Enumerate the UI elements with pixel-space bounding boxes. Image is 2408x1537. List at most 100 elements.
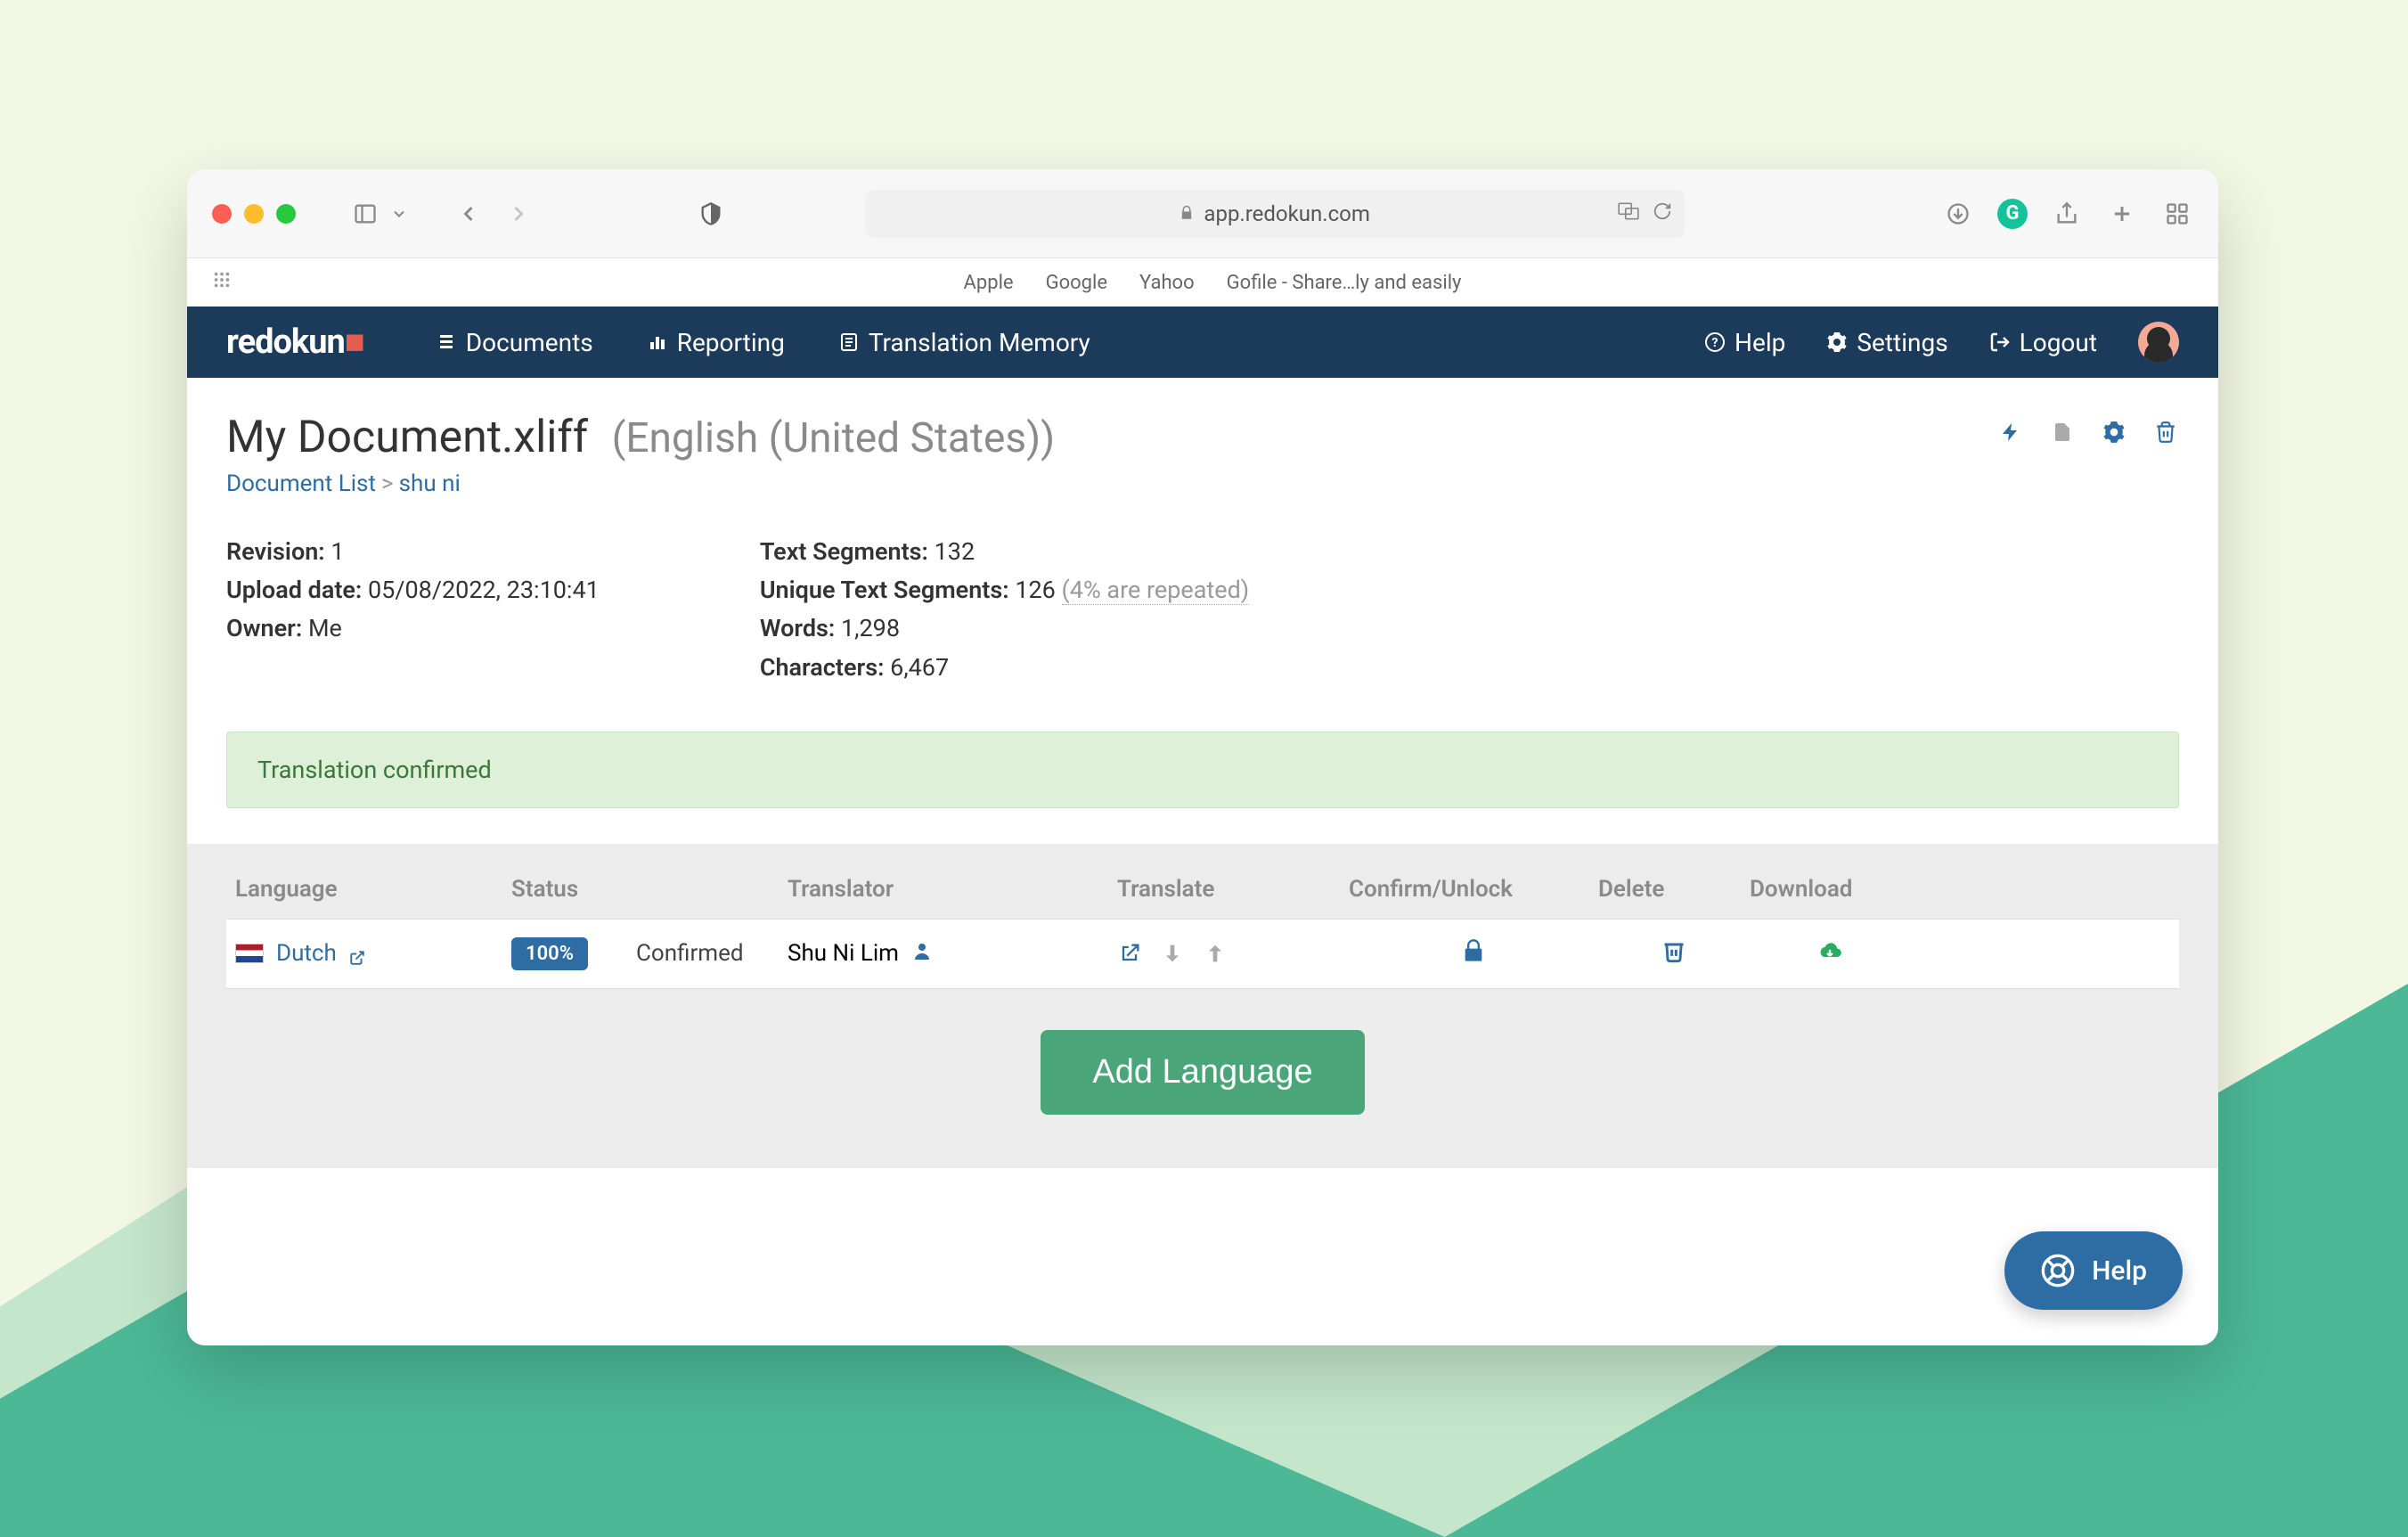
avatar[interactable] — [2138, 322, 2179, 363]
status-cell: 100% Confirmed — [511, 937, 788, 970]
page-content: My Document.xliff (English (United State… — [187, 378, 2218, 1168]
breadcrumb: Document List > shu ni — [226, 470, 2179, 497]
nav-label: Documents — [466, 328, 593, 357]
lifebuoy-icon — [2040, 1253, 2076, 1288]
trash-icon[interactable] — [1661, 938, 1686, 963]
nav-label: Translation Memory — [869, 328, 1090, 357]
chart-icon — [647, 331, 668, 353]
gear-icon — [1826, 331, 1848, 353]
traffic-lights — [212, 204, 296, 224]
breadcrumb-separator: > — [381, 470, 394, 497]
flag-nl-icon — [235, 944, 264, 963]
bolt-icon[interactable] — [1997, 419, 2024, 446]
trash-icon[interactable] — [2152, 419, 2179, 446]
breadcrumb-root[interactable]: Document List — [226, 470, 376, 497]
col-delete: Delete — [1598, 876, 1750, 903]
sidebar-toggle-icon[interactable] — [349, 198, 381, 230]
file-gray-icon[interactable] — [2049, 419, 2076, 446]
address-bar[interactable]: app.redokun.com — [865, 190, 1685, 238]
language-link[interactable]: Dutch — [276, 940, 337, 967]
banner-text: Translation confirmed — [257, 756, 492, 784]
language-cell: Dutch — [235, 940, 511, 967]
translate-icon[interactable] — [1617, 200, 1640, 228]
meta-right-column: Text Segments: 132 Unique Text Segments:… — [760, 533, 1249, 687]
bookmark-item[interactable]: Gofile - Share…ly and easily — [1227, 272, 1462, 294]
bookmark-item[interactable]: Google — [1046, 272, 1107, 294]
col-language: Language — [235, 876, 511, 903]
help-icon: ? — [1704, 331, 1726, 353]
table-row: Dutch 100% Confirmed Shu Ni Lim — [226, 919, 2179, 989]
document-name: My Document.xliff — [226, 412, 588, 463]
nav-translation-memory[interactable]: Translation Memory — [838, 328, 1090, 357]
nav-back-icon[interactable] — [453, 198, 485, 230]
bookmark-bar: Apple Google Yahoo Gofile - Share…ly and… — [187, 258, 2218, 307]
nav-right: ? Help Settings Logout — [1704, 322, 2179, 363]
translate-cell — [1117, 941, 1349, 966]
title-actions — [1997, 412, 2179, 446]
translator-name: Shu Ni Lim — [788, 940, 899, 967]
meta-left-column: Revision: 1 Upload date: 05/08/2022, 23:… — [226, 533, 600, 687]
breadcrumb-current[interactable]: shu ni — [399, 470, 461, 497]
downloads-icon[interactable] — [1942, 198, 1974, 230]
shield-icon[interactable] — [695, 198, 727, 230]
nav-label: Help — [1735, 328, 1785, 357]
nav-settings[interactable]: Settings — [1826, 328, 1947, 357]
user-icon — [911, 940, 933, 968]
nav-help[interactable]: ? Help — [1704, 328, 1785, 357]
help-bubble-label: Help — [2092, 1255, 2147, 1287]
window-zoom-icon[interactable] — [276, 204, 296, 224]
grammarly-icon[interactable]: G — [1997, 199, 2028, 229]
browser-window: app.redokun.com G — [187, 169, 2218, 1345]
translator-cell: Shu Ni Lim — [788, 940, 1117, 968]
nav-reporting[interactable]: Reporting — [647, 328, 785, 357]
col-download: Download — [1750, 876, 1910, 903]
safari-toolbar: app.redokun.com G — [187, 169, 2218, 258]
open-translate-icon[interactable] — [1117, 941, 1142, 966]
status-text: Confirmed — [636, 940, 744, 967]
document-lang: (English (United States)) — [612, 414, 1056, 462]
col-confirm: Confirm/Unlock — [1349, 876, 1598, 903]
help-bubble[interactable]: Help — [2004, 1231, 2183, 1310]
repeated-hint: (4% are repeated) — [1062, 576, 1250, 605]
col-status: Status — [511, 876, 788, 903]
chevron-down-icon[interactable] — [390, 198, 408, 230]
col-translator: Translator — [788, 876, 1117, 903]
lock-icon — [1179, 201, 1195, 226]
url-text: app.redokun.com — [1204, 201, 1369, 226]
success-banner: Translation confirmed — [226, 732, 2179, 808]
download-cloud-icon[interactable] — [1817, 938, 1842, 963]
lock-icon[interactable] — [1461, 938, 1486, 963]
nav-logout[interactable]: Logout — [1989, 328, 2097, 357]
delete-cell — [1598, 938, 1750, 969]
gear-icon[interactable] — [2101, 419, 2127, 446]
app-logo[interactable]: redokun■ — [226, 323, 364, 362]
new-tab-icon[interactable] — [2106, 198, 2138, 230]
svg-text:?: ? — [1712, 336, 1718, 350]
arrow-up-icon[interactable] — [1203, 941, 1228, 966]
table-header: Language Status Translator Translate Con… — [226, 876, 2179, 919]
nav-documents[interactable]: Documents — [436, 328, 593, 357]
arrow-down-icon[interactable] — [1160, 941, 1185, 966]
logout-icon — [1989, 331, 2011, 353]
page-title: My Document.xliff (English (United State… — [226, 412, 1055, 463]
bookmark-item[interactable]: Yahoo — [1139, 272, 1195, 294]
share-icon[interactable] — [2051, 198, 2083, 230]
add-language-button[interactable]: Add Language — [1041, 1030, 1364, 1115]
external-link-icon[interactable] — [349, 945, 365, 961]
nav-forward-icon[interactable] — [502, 198, 535, 230]
nav-links: Documents Reporting Translation Memory — [436, 328, 1090, 357]
bookmark-item[interactable]: Apple — [964, 272, 1014, 294]
nav-label: Settings — [1857, 328, 1947, 357]
window-minimize-icon[interactable] — [244, 204, 264, 224]
status-badge: 100% — [511, 937, 588, 970]
documents-icon — [436, 331, 457, 353]
nav-label: Logout — [2020, 328, 2097, 357]
reload-icon[interactable] — [1653, 201, 1672, 226]
book-icon — [838, 331, 860, 353]
window-close-icon[interactable] — [212, 204, 232, 224]
apps-grid-icon[interactable] — [212, 270, 232, 295]
languages-section: Language Status Translator Translate Con… — [187, 844, 2218, 1168]
app-navbar: redokun■ Documents Reporting Translation… — [187, 307, 2218, 378]
document-meta: Revision: 1 Upload date: 05/08/2022, 23:… — [226, 533, 2179, 687]
tab-overview-icon[interactable] — [2161, 198, 2193, 230]
